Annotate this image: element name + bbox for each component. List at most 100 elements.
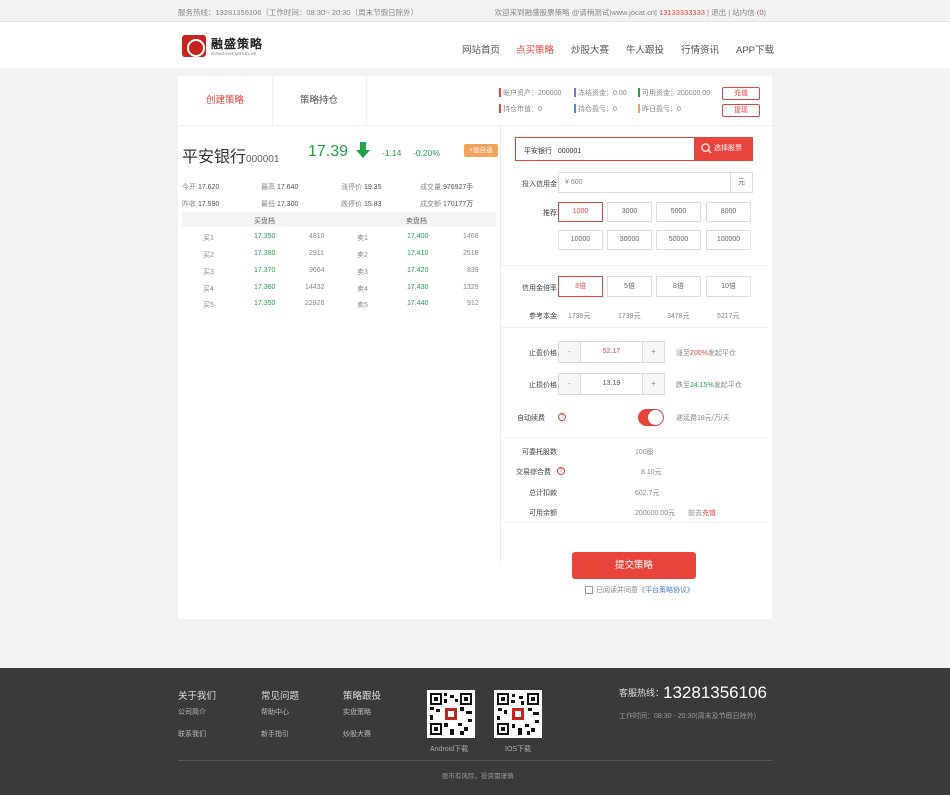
auto-renew-label: 自动续费	[517, 415, 545, 422]
separator: |	[707, 8, 709, 17]
fee-value: 8.10元	[641, 469, 662, 476]
nav-market[interactable]: 行情资讯	[681, 42, 719, 56]
risk-notice: 股市有风险，投资需谨慎	[442, 773, 514, 780]
nav-strategy[interactable]: 点买策略	[516, 42, 554, 56]
leverage-option[interactable]: 3倍	[558, 276, 603, 297]
recommend-option[interactable]: 100000	[706, 230, 751, 250]
credit-amount-input[interactable]: ¥ 600 元	[558, 172, 753, 193]
stop-loss-hint: 跌至24.15%发起平仓	[676, 382, 742, 389]
footer-link[interactable]: 新手指引	[261, 729, 289, 739]
logo-subtitle: RONGSHENGCELVE	[211, 51, 258, 56]
marker-icon	[638, 104, 640, 113]
recommend-option[interactable]: 1000	[558, 202, 603, 222]
agreement-link[interactable]: 《平台策略协议》	[638, 587, 694, 594]
ref-value: 1739元	[618, 313, 641, 320]
recharge-button[interactable]: 充值	[722, 87, 760, 100]
total-deduct-label: 总计扣款	[529, 490, 557, 497]
credit-label: 投入信用金	[522, 181, 557, 188]
help-icon[interactable]: ?	[558, 413, 566, 421]
take-profit-hint: 涨至200%发起平仓	[676, 350, 736, 357]
recharge-hint: 前去充值	[688, 510, 716, 517]
logo-icon[interactable]	[182, 35, 206, 57]
nav-app[interactable]: APP下载	[736, 42, 774, 56]
stop-loss-label: 止损价格	[529, 382, 557, 389]
leverage-option[interactable]: 8倍	[656, 276, 701, 297]
quote-low: 最低 17.300	[261, 201, 299, 208]
auto-renew-hint: 递延费18元/万/天	[676, 415, 730, 422]
tab-holdings[interactable]: 策略持仓	[272, 76, 366, 126]
footer-link[interactable]: 联系我们	[178, 729, 206, 739]
tab-create-strategy[interactable]: 创建策略	[178, 76, 272, 126]
marker-icon	[574, 104, 576, 113]
search-icon	[701, 143, 712, 154]
submit-strategy-button[interactable]: 提交策略	[572, 552, 696, 579]
total-assets: 账户资产：200000	[499, 88, 561, 98]
recommend-option[interactable]: 10000	[558, 230, 603, 250]
agree-checkbox[interactable]	[585, 586, 593, 595]
message-link[interactable]: 站内信	[732, 8, 755, 17]
quote-turnover: 成交额 170177万	[420, 201, 474, 208]
logo-text: 融盛策略	[211, 37, 264, 51]
plus-button[interactable]: +	[642, 374, 664, 394]
leverage-option[interactable]: 10倍	[706, 276, 751, 297]
minus-button[interactable]: -	[559, 342, 581, 362]
welcome-text: 欢迎来到融盛股票策略 @请稍测试|www.jocat.cn|	[494, 8, 657, 17]
qr-code-icon	[427, 690, 475, 738]
service-hotline: 服务热线：13281356106（工作时间：08:30 - 20:30（周末节假…	[178, 8, 419, 17]
sell-header: 卖盘档	[406, 218, 427, 225]
leverage-label: 信用金倍率	[522, 285, 557, 292]
hotline-number: 13281356106	[663, 683, 768, 702]
nav-follow[interactable]: 牛人跟投	[626, 42, 664, 56]
recommend-option[interactable]: 50000	[656, 230, 701, 250]
stock-name: 平安银行000001	[182, 149, 280, 166]
ios-caption: IOS下载	[505, 746, 532, 753]
ref-value: 5217元	[717, 313, 740, 320]
auto-renew-toggle[interactable]	[638, 409, 664, 426]
orderbook-header	[182, 212, 496, 227]
top-bar: 服务热线：13281356106（工作时间：08:30 - 20:30（周末节假…	[0, 0, 950, 22]
balance-label: 可用余额	[529, 510, 557, 517]
nav-home[interactable]: 网站首页	[462, 42, 500, 56]
footer-link[interactable]: 帮助中心	[261, 707, 289, 717]
recommend-option[interactable]: 30000	[607, 230, 652, 250]
footer-link[interactable]: 实盘策略	[343, 707, 371, 717]
quote-volume: 成交量 976927手	[420, 184, 474, 191]
tab-divider	[366, 76, 367, 126]
user-phone-link[interactable]: 13133333333	[659, 8, 705, 17]
footer-col-title: 关于我们	[178, 691, 217, 702]
plus-button[interactable]: +	[642, 342, 664, 362]
user-info: 欢迎来到融盛股票策略 @请稍测试|www.jocat.cn| 131333333…	[494, 8, 766, 17]
quote-open: 今开 17.620	[182, 184, 220, 191]
stop-loss-input[interactable]: 13.19	[581, 374, 642, 394]
withdraw-button[interactable]: 提现	[722, 104, 760, 117]
leverage-option[interactable]: 5倍	[607, 276, 652, 297]
recommend-label: 推荐	[543, 210, 557, 217]
agreement: 已阅读并同意《平台策略协议》	[585, 585, 694, 595]
stop-loss-stepper: - 13.19 +	[558, 373, 665, 395]
footer-col-title: 策略跟投	[343, 691, 382, 702]
price-change-pct: -0.20%	[413, 148, 440, 158]
minus-button[interactable]: -	[559, 374, 581, 394]
quote-limit-up: 涨停价 19.35	[341, 184, 382, 191]
footer-link[interactable]: 炒股大赛	[343, 729, 371, 739]
logout-link[interactable]: 退出	[711, 8, 726, 17]
float-pl: 持仓盈亏：0	[574, 104, 617, 114]
help-icon[interactable]: ?	[557, 467, 565, 475]
divider	[500, 327, 768, 328]
take-profit-input[interactable]: 52.17	[581, 342, 642, 362]
frozen-funds: 冻结资金：0.00	[574, 88, 627, 98]
footer-link[interactable]: 公司简介	[178, 707, 206, 717]
marker-icon	[499, 88, 501, 97]
marker-icon	[574, 88, 576, 97]
recommend-option[interactable]: 3000	[607, 202, 652, 222]
marker-icon	[638, 88, 640, 97]
buy-header: 买盘档	[254, 218, 275, 225]
fee-label: 交易综合费	[516, 469, 551, 476]
nav-contest[interactable]: 炒股大赛	[571, 42, 609, 56]
quote-prev-close: 昨收 17.590	[182, 201, 220, 208]
recommend-option[interactable]: 8000	[706, 202, 751, 222]
qr-code-icon	[494, 690, 542, 738]
recommend-option[interactable]: 5000	[656, 202, 701, 222]
recharge-link[interactable]: 充值	[702, 510, 716, 517]
add-favorite-button[interactable]: +加自选	[464, 144, 498, 157]
